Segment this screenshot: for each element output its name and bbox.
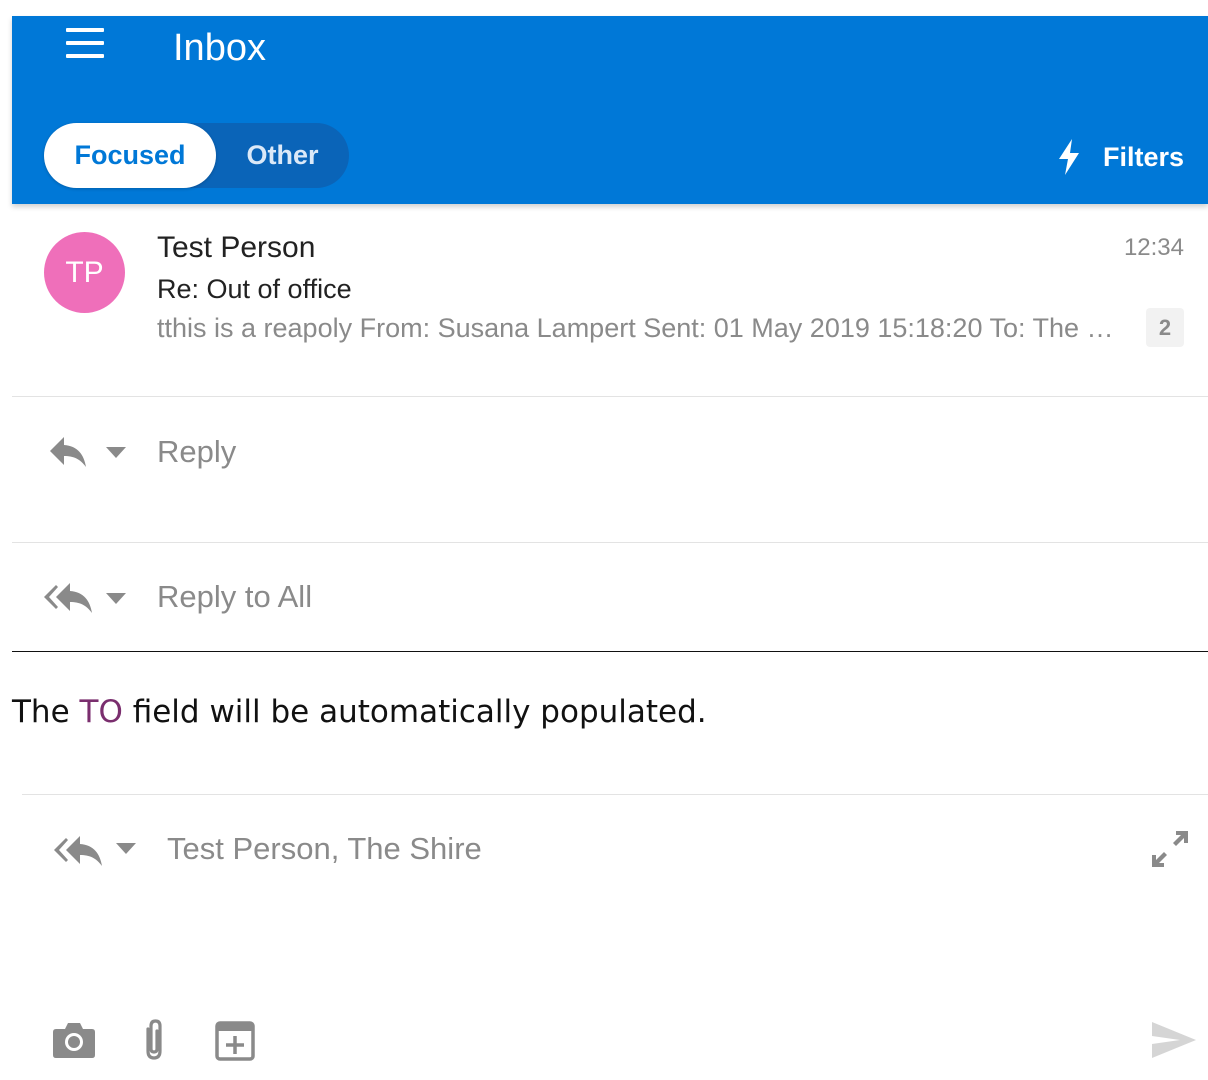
thread-count-badge: 2 [1146,308,1184,347]
expand-icon[interactable] [1150,829,1190,869]
instruction-text: The TO field will be automatically popul… [12,690,707,734]
tab-focused[interactable]: Focused [44,123,216,188]
message-preview: tthis is a reapoly From: Susana Lampert … [157,313,1125,343]
recipients-field[interactable]: Test Person, The Shire [167,829,482,869]
camera-icon[interactable] [52,1021,96,1059]
reply-icon [50,437,86,467]
message-time: 12:34 [1123,234,1184,261]
filters-label: Filters [1102,141,1184,172]
separator-line [12,651,1208,652]
sender-name: Test Person [157,231,316,264]
app-header: Inbox Other Focused Filters [12,16,1208,204]
filters-button[interactable]: Filters [1057,136,1184,178]
menu-icon[interactable] [66,28,104,58]
lightning-icon [1058,139,1079,175]
reply-all-label: Reply to All [157,579,313,614]
page-title: Inbox [173,27,266,69]
send-icon[interactable] [1150,1020,1198,1060]
instruction-suffix: field will be automatically populated. [122,694,707,730]
chevron-down-icon[interactable] [116,843,136,855]
divider [22,794,1208,795]
attachment-icon[interactable] [140,1017,168,1063]
reply-all-icon [54,836,102,866]
calendar-add-icon[interactable] [215,1021,255,1061]
reply-button[interactable]: Reply [12,397,1208,541]
avatar: TP [44,232,125,313]
chevron-down-icon[interactable] [106,593,126,605]
inbox-pivot: Other Focused [44,123,349,188]
reply-all-button[interactable]: Reply to All [12,543,1208,650]
instruction-prefix: The [12,694,80,730]
reply-label: Reply [157,434,237,469]
to-field-highlight: TO [79,694,123,730]
chevron-down-icon[interactable] [106,447,126,459]
reply-all-icon [44,583,92,613]
message-subject: Re: Out of office [157,274,352,304]
tab-other[interactable]: Other [216,123,349,188]
